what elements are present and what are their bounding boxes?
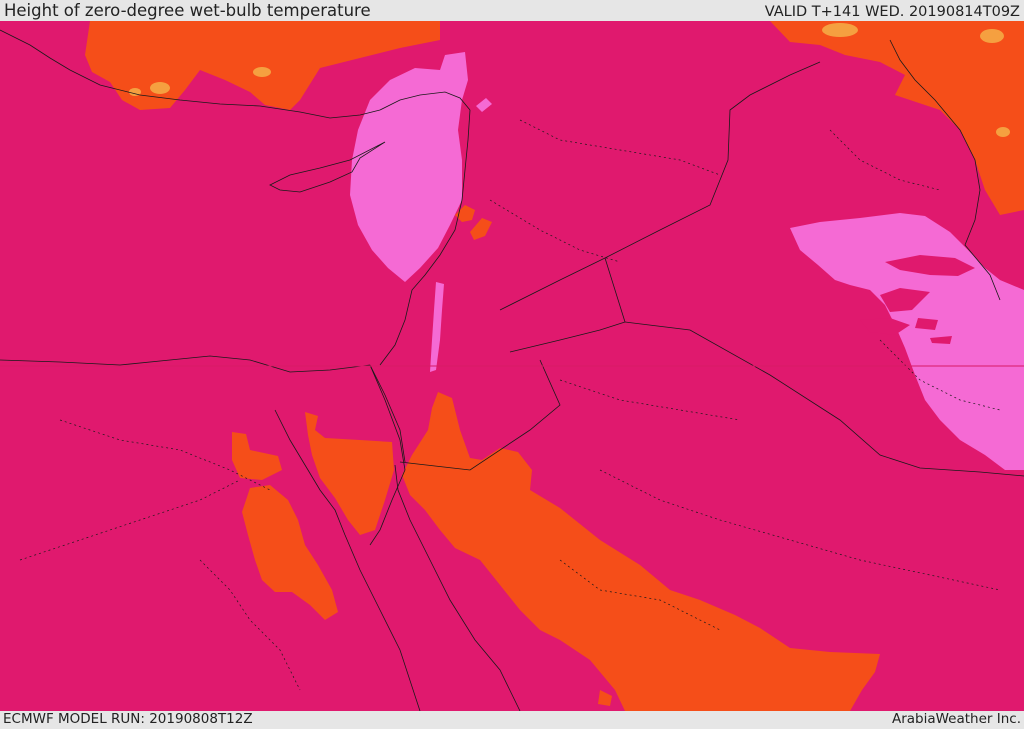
- model-run-label: ECMWF MODEL RUN: 20190808T12Z: [3, 711, 253, 727]
- spot-2: [253, 67, 271, 77]
- header-bar: Height of zero-degree wet-bulb temperatu…: [0, 0, 1024, 21]
- spot-1: [150, 82, 170, 94]
- spot-6: [996, 127, 1010, 137]
- footer-bar: ECMWF MODEL RUN: 20190808T12Z ArabiaWeat…: [0, 711, 1024, 729]
- spot-5: [822, 23, 858, 37]
- weather-map[interactable]: [0, 21, 1024, 711]
- valid-time-label: VALID T+141 WED. 20190814T09Z: [764, 4, 1020, 20]
- hole-4: [915, 318, 938, 330]
- map-canvas: [0, 21, 1024, 711]
- credit-label: ArabiaWeather Inc.: [891, 711, 1021, 727]
- spot-4: [980, 29, 1004, 43]
- map-title: Height of zero-degree wet-bulb temperatu…: [4, 1, 371, 20]
